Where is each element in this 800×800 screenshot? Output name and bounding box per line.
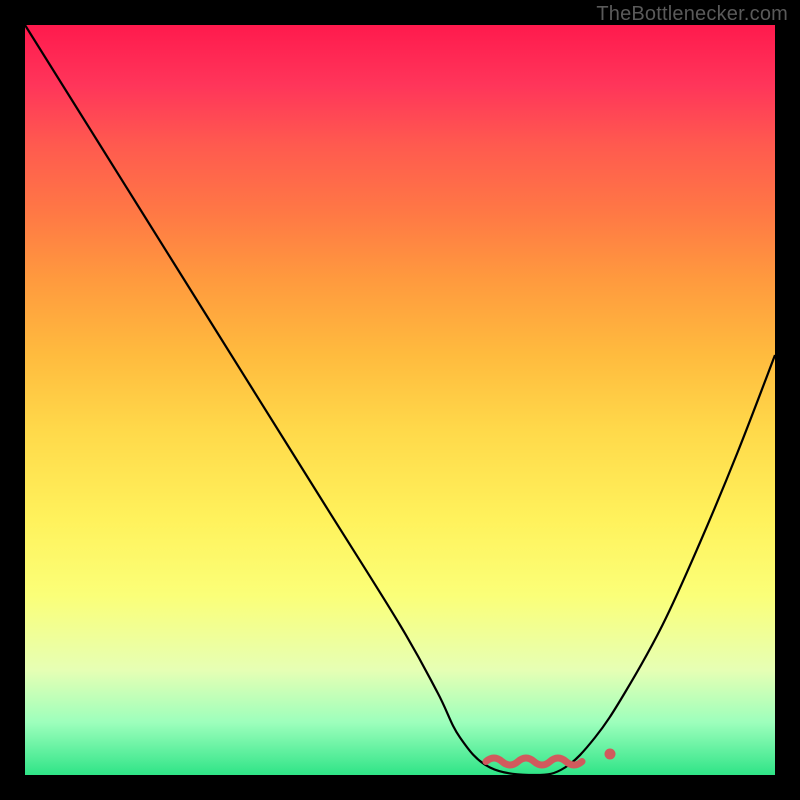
watermark-text: TheBottlenecker.com: [596, 3, 788, 26]
bottleneck-curve: [25, 25, 775, 775]
chart-frame: TheBottlenecker.com: [0, 0, 800, 800]
marker-dot: [605, 749, 616, 760]
plot-area: [25, 25, 775, 775]
optimal-range-marker: [482, 752, 592, 775]
